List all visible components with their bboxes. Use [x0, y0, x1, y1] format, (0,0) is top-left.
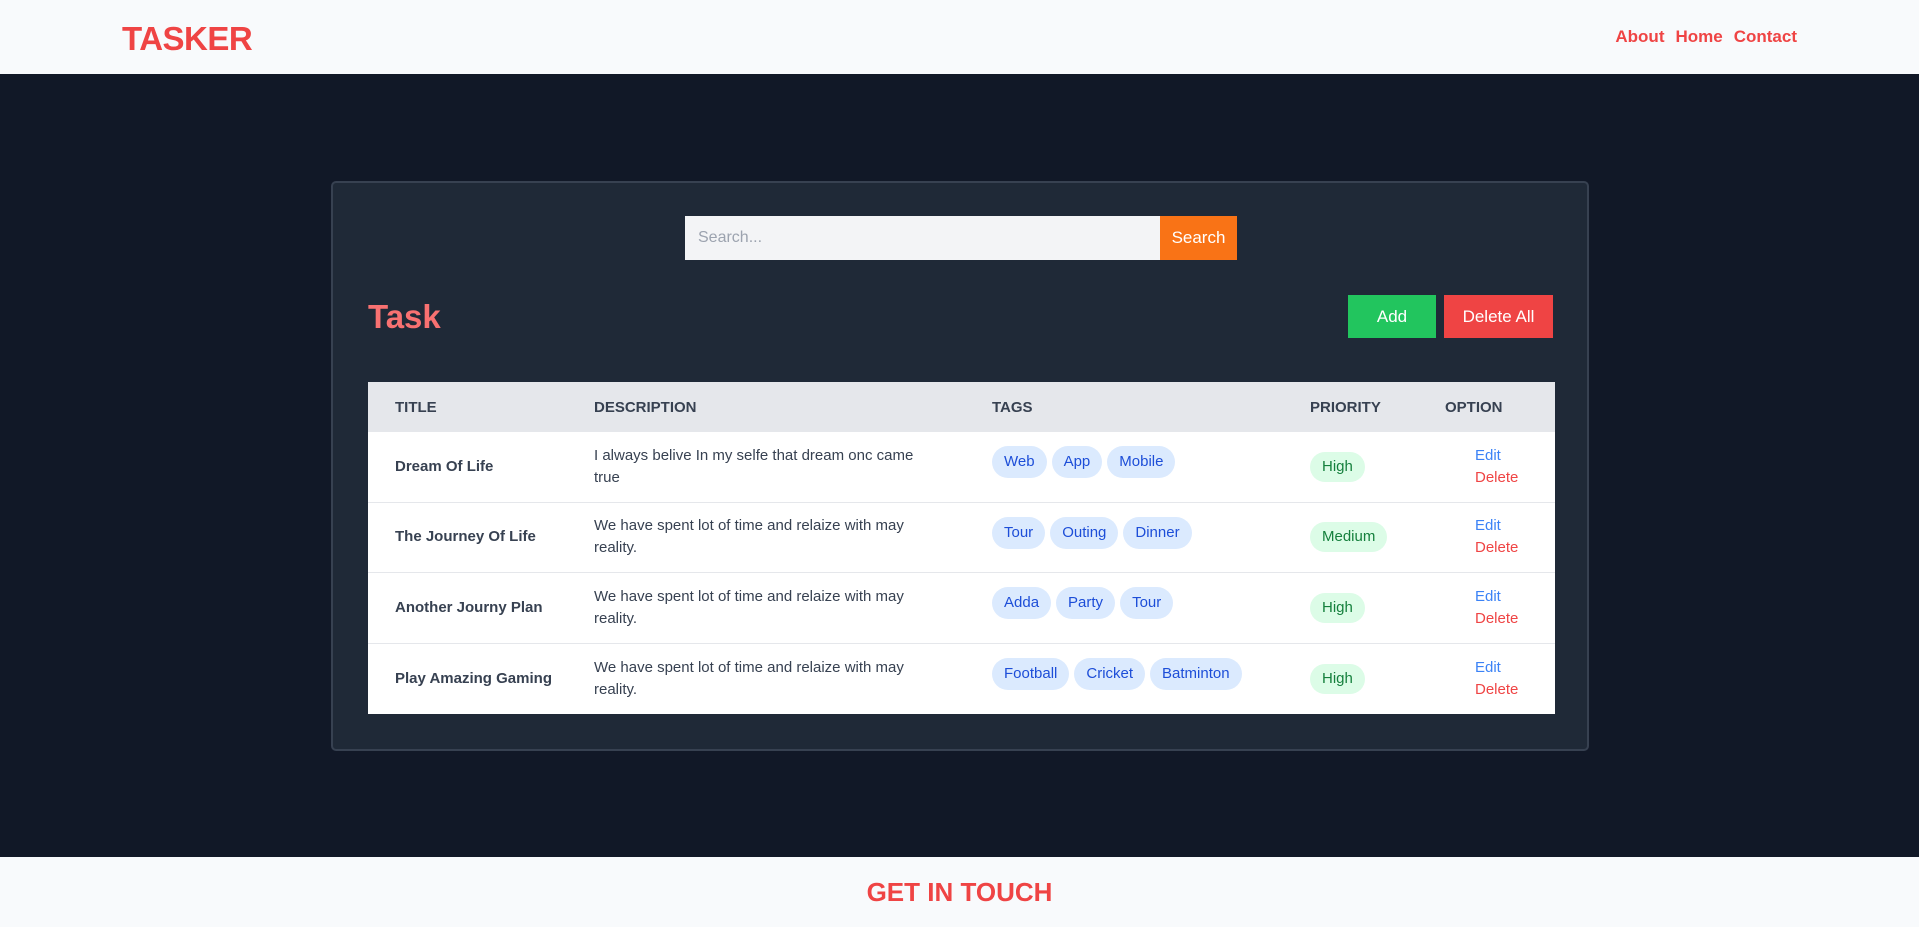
task-tags-cell: Football Cricket Batminton [992, 644, 1242, 715]
task-options-cell: Edit Delete [1475, 573, 1518, 643]
search-button[interactable]: Search [1160, 216, 1237, 260]
task-description-cell: I always belive In my selfe that dream o… [594, 446, 914, 486]
task-description-cell: We have spent lot of time and relaize wi… [594, 517, 904, 557]
task-tags-cell: Adda Party Tour [992, 573, 1174, 643]
task-options-cell: Edit Delete [1475, 503, 1518, 573]
edit-link[interactable]: Edit [1475, 515, 1501, 537]
task-heading: Task [368, 298, 441, 335]
delete-link[interactable]: Delete [1475, 467, 1518, 489]
edit-link[interactable]: Edit [1475, 657, 1501, 679]
nav-about-link[interactable]: About [1615, 27, 1664, 47]
priority-badge: Medium [1310, 522, 1388, 553]
tag-badge: Cricket [1074, 657, 1146, 690]
main-nav: About Home Contact [1615, 27, 1797, 47]
delete-link[interactable]: Delete [1475, 537, 1518, 559]
column-header-priority: PRIORITY [1310, 399, 1381, 416]
task-actions: Add Delete All [1348, 295, 1553, 338]
tag-badge: Tour [992, 516, 1046, 549]
task-priority-cell: Medium [1310, 503, 1388, 573]
column-header-title: TITLE [395, 399, 437, 416]
task-description-cell: We have spent lot of time and relaize wi… [594, 658, 904, 698]
priority-badge: High [1310, 663, 1365, 694]
column-header-option: OPTION [1445, 399, 1503, 416]
task-panel: Search Task Add Delete All TITLE DESCRIP… [331, 181, 1589, 751]
task-title-cell: Another Journy Plan [395, 598, 543, 616]
table-row: Another Journy Plan We have spent lot of… [368, 573, 1555, 644]
column-header-description: DESCRIPTION [594, 399, 697, 416]
task-description-cell: We have spent lot of time and relaize wi… [594, 587, 904, 627]
footer-title: GET IN TOUCH [866, 877, 1053, 907]
tag-badge: Batminton [1150, 657, 1242, 690]
tag-badge: Party [1056, 587, 1116, 619]
logo[interactable]: TASKER [122, 20, 253, 58]
task-priority-cell: High [1310, 573, 1365, 643]
table-row: The Journey Of Life We have spent lot of… [368, 503, 1555, 573]
tag-badge: Adda [992, 587, 1052, 619]
tag-badge: Web [992, 446, 1047, 478]
delete-link[interactable]: Delete [1475, 679, 1518, 701]
search-input[interactable] [685, 216, 1160, 260]
task-tags-cell: Tour Outing Dinner [992, 503, 1192, 573]
task-options-cell: Edit Delete [1475, 432, 1518, 502]
priority-badge: High [1310, 451, 1365, 482]
search-bar: Search [685, 216, 1237, 260]
table-row: Dream Of Life I always belive In my self… [368, 432, 1555, 503]
task-priority-cell: High [1310, 644, 1365, 715]
task-table: TITLE DESCRIPTION TAGS PRIORITY OPTION D… [368, 382, 1555, 714]
tag-badge: Dinner [1123, 516, 1192, 549]
delete-all-button[interactable]: Delete All [1444, 295, 1553, 338]
task-title-cell: Dream Of Life [395, 457, 494, 475]
task-title-cell: The Journey Of Life [395, 528, 536, 546]
tag-badge: Tour [1120, 587, 1174, 619]
footer: GET IN TOUCH [0, 857, 1919, 927]
tag-badge: App [1051, 446, 1103, 478]
edit-link[interactable]: Edit [1475, 586, 1501, 608]
nav-home-link[interactable]: Home [1675, 27, 1722, 47]
tag-badge: Mobile [1107, 446, 1176, 478]
task-title-cell: Play Amazing Gaming [395, 669, 552, 687]
task-tags-cell: Web App Mobile [992, 432, 1176, 502]
column-header-tags: TAGS [992, 399, 1033, 416]
priority-badge: High [1310, 592, 1365, 623]
tag-badge: Outing [1050, 516, 1119, 549]
edit-link[interactable]: Edit [1475, 445, 1501, 467]
add-task-button[interactable]: Add [1348, 295, 1436, 338]
task-priority-cell: High [1310, 432, 1365, 502]
nav-contact-link[interactable]: Contact [1734, 27, 1797, 47]
task-options-cell: Edit Delete [1475, 644, 1518, 715]
delete-link[interactable]: Delete [1475, 608, 1518, 630]
table-header: TITLE DESCRIPTION TAGS PRIORITY OPTION [368, 382, 1555, 432]
table-row: Play Amazing Gaming We have spent lot of… [368, 644, 1555, 715]
top-header: TASKER About Home Contact [0, 0, 1919, 74]
tag-badge: Football [992, 657, 1070, 690]
